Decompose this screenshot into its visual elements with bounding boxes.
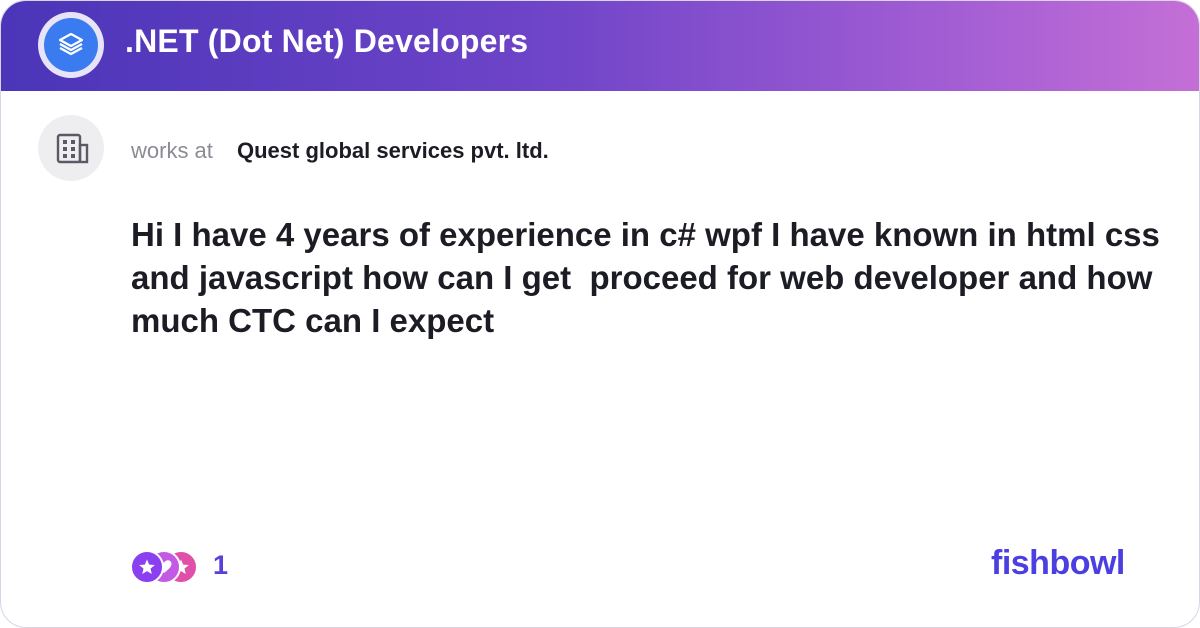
stacked-layers-icon xyxy=(58,32,84,56)
reaction-icons[interactable] xyxy=(130,550,200,584)
bowl-avatar[interactable] xyxy=(38,12,104,78)
bowl-header[interactable]: .NET (Dot Net) Developers xyxy=(1,1,1199,91)
bowl-title[interactable]: .NET (Dot Net) Developers xyxy=(125,23,528,60)
works-at-label: works at xyxy=(131,138,213,163)
post-text: Hi I have 4 years of experience in c# wp… xyxy=(131,216,1160,339)
company-name[interactable]: Quest global services pvt. ltd. xyxy=(237,138,549,164)
reaction-count[interactable]: 1 xyxy=(213,550,228,581)
building-icon xyxy=(56,133,89,164)
post-card: .NET (Dot Net) Developers works at Quest… xyxy=(0,0,1200,628)
fishbowl-logo[interactable]: fishbowl xyxy=(991,544,1125,583)
star-reaction-icon xyxy=(130,550,164,584)
company-avatar xyxy=(38,115,104,181)
